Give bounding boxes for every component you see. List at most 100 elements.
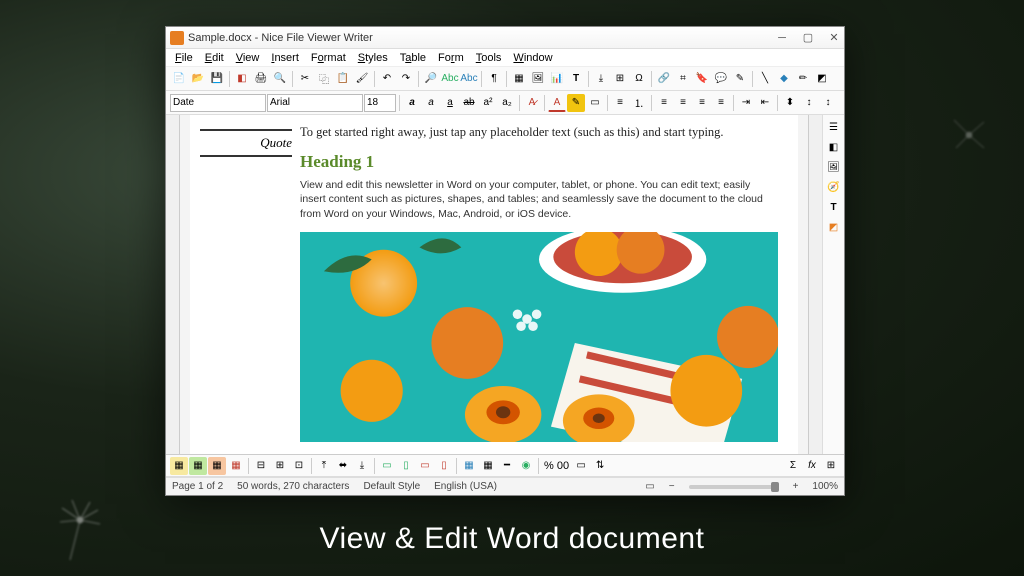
decrease-spacing-icon[interactable]: ↕ — [819, 94, 837, 112]
bg-color-icon[interactable]: ◉ — [517, 457, 535, 475]
view-layout-icon[interactable]: ▭ — [645, 481, 654, 492]
insert-row-icon[interactable]: ▭ — [378, 457, 396, 475]
menu-view[interactable]: View — [231, 51, 265, 65]
italic-icon[interactable]: a — [422, 94, 440, 112]
insert-page-break-icon[interactable]: ⤓ — [592, 70, 610, 88]
maximize-button[interactable]: ▢ — [802, 32, 814, 44]
save-icon[interactable]: 💾 — [208, 70, 226, 88]
optimize-icon[interactable]: ⊡ — [290, 457, 308, 475]
insert-comment-icon[interactable]: 💬 — [712, 70, 730, 88]
caption-icon[interactable]: ▭ — [572, 457, 590, 475]
tbl-icon-4[interactable]: ▦ — [227, 457, 245, 475]
insert-image-icon[interactable]: 🖼 — [529, 70, 547, 88]
menu-table[interactable]: Table — [395, 51, 431, 65]
delete-row-icon[interactable]: ▭ — [416, 457, 434, 475]
menu-tools[interactable]: Tools — [471, 51, 507, 65]
border-style-icon[interactable]: ━ — [498, 457, 516, 475]
navigator-panel-icon[interactable]: 🧭 — [826, 179, 842, 195]
cut-icon[interactable]: ✂ — [296, 70, 314, 88]
insert-col-icon[interactable]: ▯ — [397, 457, 415, 475]
char-bg-icon[interactable]: ▭ — [586, 94, 604, 112]
tbl-icon-2[interactable]: ▦ — [189, 457, 207, 475]
status-language[interactable]: English (USA) — [434, 481, 497, 492]
document-viewport[interactable]: Quote To get started right away, just ta… — [180, 115, 808, 454]
superscript-icon[interactable]: a² — [479, 94, 497, 112]
menu-styles[interactable]: Styles — [353, 51, 393, 65]
menu-form[interactable]: Form — [433, 51, 469, 65]
valign-bot-icon[interactable]: ⤓ — [353, 457, 371, 475]
spellcheck-icon[interactable]: Abc — [441, 70, 459, 88]
print-preview-icon[interactable]: 🔍 — [271, 70, 289, 88]
bold-icon[interactable]: a — [403, 94, 421, 112]
borders-icon[interactable]: ▦ — [479, 457, 497, 475]
highlight-icon[interactable]: ✎ — [567, 94, 585, 112]
increase-indent-icon[interactable]: ⇥ — [737, 94, 755, 112]
insert-table-icon[interactable]: ▦ — [510, 70, 528, 88]
formatting-marks-icon[interactable]: ¶ — [485, 70, 503, 88]
justify-icon[interactable]: ≡ — [712, 94, 730, 112]
zoom-out-icon[interactable]: − — [669, 481, 675, 492]
number-list-icon[interactable]: ⒈ — [630, 94, 648, 112]
format-paintbrush-icon[interactable]: 🖌 — [353, 70, 371, 88]
underline-icon[interactable]: a — [441, 94, 459, 112]
insert-field-icon[interactable]: ⊞ — [611, 70, 629, 88]
paste-icon[interactable]: 📋 — [334, 70, 352, 88]
sort-icon[interactable]: ⇅ — [591, 457, 609, 475]
track-changes-icon[interactable]: ✎ — [731, 70, 749, 88]
menu-insert[interactable]: Insert — [266, 51, 304, 65]
tbl-icon-3[interactable]: ▦ — [208, 457, 226, 475]
menu-edit[interactable]: Edit — [200, 51, 229, 65]
manage-changes-icon[interactable]: ◩ — [826, 219, 842, 235]
valign-mid-icon[interactable]: ⬌ — [334, 457, 352, 475]
menu-window[interactable]: Window — [508, 51, 557, 65]
autoformat-icon[interactable]: ▦ — [460, 457, 478, 475]
font-name-select[interactable] — [267, 94, 363, 112]
shapes-icon[interactable]: ◆ — [775, 70, 793, 88]
subscript-icon[interactable]: a₂ — [498, 94, 516, 112]
styles-panel-icon[interactable]: ◧ — [826, 139, 842, 155]
intro-paragraph[interactable]: To get started right away, just tap any … — [300, 123, 778, 142]
properties-panel-icon[interactable]: ☰ — [826, 119, 842, 135]
decrease-indent-icon[interactable]: ⇤ — [756, 94, 774, 112]
status-zoom[interactable]: 100% — [812, 481, 838, 492]
paragraph-style-select[interactable] — [170, 94, 266, 112]
show-draw-icon[interactable]: ◩ — [813, 70, 831, 88]
copy-icon[interactable]: ⿻ — [315, 70, 333, 88]
strikethrough-icon[interactable]: ab — [460, 94, 478, 112]
insert-bookmark-icon[interactable]: 🔖 — [693, 70, 711, 88]
delete-col-icon[interactable]: ▯ — [435, 457, 453, 475]
line-spacing-icon[interactable]: ⬍ — [781, 94, 799, 112]
clear-formatting-icon[interactable]: A̷ — [523, 94, 541, 112]
export-pdf-icon[interactable]: ◧ — [233, 70, 251, 88]
split-cells-icon[interactable]: ⊞ — [271, 457, 289, 475]
draw-icon[interactable]: ✏ — [794, 70, 812, 88]
new-doc-icon[interactable]: 📄 — [170, 70, 188, 88]
vertical-scrollbar[interactable] — [808, 115, 822, 454]
print-icon[interactable]: 🖨 — [252, 70, 270, 88]
insert-symbol-icon[interactable]: Ω — [630, 70, 648, 88]
align-right-icon[interactable]: ≡ — [693, 94, 711, 112]
number-format-label[interactable]: % 00 — [542, 460, 571, 472]
menu-format[interactable]: Format — [306, 51, 351, 65]
line-icon[interactable]: ╲ — [756, 70, 774, 88]
font-size-select[interactable] — [364, 94, 396, 112]
align-left-icon[interactable]: ≡ — [655, 94, 673, 112]
font-color-icon[interactable]: A — [548, 94, 566, 112]
inserted-image[interactable] — [300, 232, 778, 442]
sum-icon[interactable]: Σ — [784, 457, 802, 475]
spellcheck-auto-icon[interactable]: Abc — [460, 70, 478, 88]
merge-cells-icon[interactable]: ⊟ — [252, 457, 270, 475]
gallery-panel-icon[interactable]: 🖼 — [826, 159, 842, 175]
bullet-list-icon[interactable]: ≡ — [611, 94, 629, 112]
open-icon[interactable]: 📂 — [189, 70, 207, 88]
increase-spacing-icon[interactable]: ↕ — [800, 94, 818, 112]
menu-file[interactable]: File — [170, 51, 198, 65]
valign-top-icon[interactable]: ⤒ — [315, 457, 333, 475]
insert-hyperlink-icon[interactable]: 🔗 — [655, 70, 673, 88]
close-button[interactable]: ✕ — [828, 32, 840, 44]
find-icon[interactable]: 🔎 — [422, 70, 440, 88]
undo-icon[interactable]: ↶ — [378, 70, 396, 88]
redo-icon[interactable]: ↷ — [397, 70, 415, 88]
zoom-in-icon[interactable]: + — [793, 481, 799, 492]
heading-1[interactable]: Heading 1 — [300, 152, 778, 172]
